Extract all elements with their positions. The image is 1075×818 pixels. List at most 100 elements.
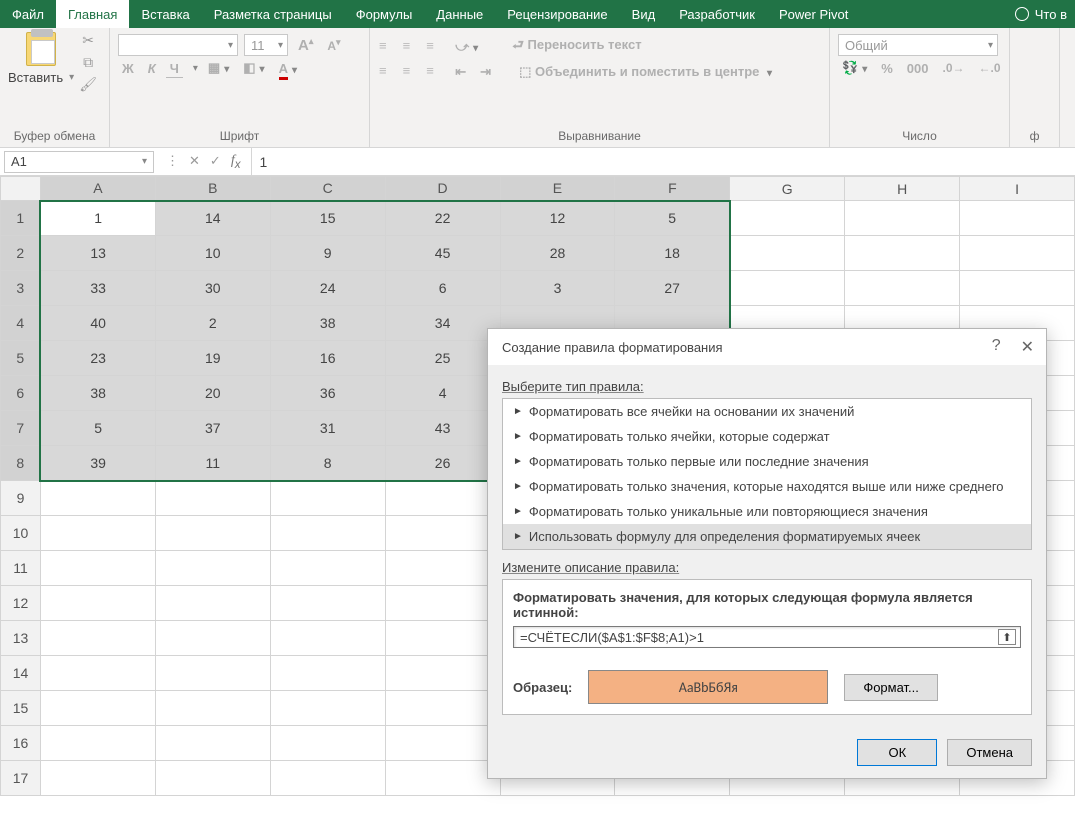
cell-D9[interactable] xyxy=(385,481,500,516)
cell-G1[interactable] xyxy=(730,201,845,236)
cancel-formula-icon[interactable]: ✕ xyxy=(189,153,200,169)
tab-view[interactable]: Вид xyxy=(620,0,668,28)
select-all-cell[interactable] xyxy=(1,177,41,201)
cell-C9[interactable] xyxy=(270,481,385,516)
formula-input[interactable]: 1 xyxy=(251,148,1075,175)
cell-C2[interactable]: 9 xyxy=(270,236,385,271)
cell-B7[interactable]: 37 xyxy=(155,411,270,446)
rule-all-cells[interactable]: ►Форматировать все ячейки на основании и… xyxy=(503,399,1031,424)
cell-D14[interactable] xyxy=(385,656,500,691)
col-header-H[interactable]: H xyxy=(845,177,960,201)
cell-D7[interactable]: 43 xyxy=(385,411,500,446)
percent-format-icon[interactable]: % xyxy=(877,59,897,78)
col-header-I[interactable]: I xyxy=(960,177,1075,201)
cell-C10[interactable] xyxy=(270,516,385,551)
paste-button[interactable]: Вставить ▾ xyxy=(8,32,74,85)
cell-C15[interactable] xyxy=(270,691,385,726)
cell-A7[interactable]: 5 xyxy=(40,411,155,446)
formula-dots-icon[interactable]: ⋮ xyxy=(166,153,179,169)
cell-E1[interactable]: 12 xyxy=(500,201,615,236)
cell-E3[interactable]: 3 xyxy=(500,271,615,306)
cell-I2[interactable] xyxy=(960,236,1075,271)
close-icon[interactable]: ✕ xyxy=(1021,337,1034,357)
cell-F3[interactable]: 27 xyxy=(615,271,730,306)
cell-B13[interactable] xyxy=(155,621,270,656)
italic-button[interactable]: К xyxy=(144,59,160,78)
accept-formula-icon[interactable]: ✓ xyxy=(210,153,221,169)
tab-formulas[interactable]: Формулы xyxy=(344,0,425,28)
rule-cells-contain[interactable]: ►Форматировать только ячейки, которые со… xyxy=(503,424,1031,449)
cell-A10[interactable] xyxy=(40,516,155,551)
cell-B1[interactable]: 14 xyxy=(155,201,270,236)
rule-top-bottom[interactable]: ►Форматировать только первые или последн… xyxy=(503,449,1031,474)
tab-home[interactable]: Главная xyxy=(56,0,129,28)
row-header-6[interactable]: 6 xyxy=(1,376,41,411)
cell-H1[interactable] xyxy=(845,201,960,236)
col-header-D[interactable]: D xyxy=(385,177,500,201)
cell-A15[interactable] xyxy=(40,691,155,726)
cell-B9[interactable] xyxy=(155,481,270,516)
col-header-C[interactable]: C xyxy=(270,177,385,201)
cell-D13[interactable] xyxy=(385,621,500,656)
tab-review[interactable]: Рецензирование xyxy=(495,0,619,28)
cell-A11[interactable] xyxy=(40,551,155,586)
align-top-icon[interactable]: ≡ xyxy=(379,38,397,56)
cell-B8[interactable]: 11 xyxy=(155,446,270,481)
cell-C13[interactable] xyxy=(270,621,385,656)
col-header-A[interactable]: A xyxy=(40,177,155,201)
align-left-icon[interactable]: ≡ xyxy=(379,63,397,81)
cell-C5[interactable]: 16 xyxy=(270,341,385,376)
cut-icon[interactable]: ✂ xyxy=(80,32,96,48)
tab-powerpivot[interactable]: Power Pivot xyxy=(767,0,860,28)
rule-use-formula[interactable]: ►Использовать формулу для определения фо… xyxy=(503,524,1031,549)
align-right-icon[interactable]: ≡ xyxy=(426,63,444,81)
cell-C8[interactable]: 8 xyxy=(270,446,385,481)
cell-D1[interactable]: 22 xyxy=(385,201,500,236)
align-bottom-icon[interactable]: ≡ xyxy=(426,38,444,56)
cell-C4[interactable]: 38 xyxy=(270,306,385,341)
cell-C3[interactable]: 24 xyxy=(270,271,385,306)
cell-G3[interactable] xyxy=(730,271,845,306)
cell-C17[interactable] xyxy=(270,761,385,796)
cell-D12[interactable] xyxy=(385,586,500,621)
row-header-12[interactable]: 12 xyxy=(1,586,41,621)
comma-format-icon[interactable]: 000 xyxy=(903,59,933,78)
cell-B6[interactable]: 20 xyxy=(155,376,270,411)
number-format-combo[interactable]: Общий▾ xyxy=(838,34,998,56)
cell-F1[interactable]: 5 xyxy=(615,201,730,236)
font-size-combo[interactable]: 11▾ xyxy=(244,34,288,56)
row-header-4[interactable]: 4 xyxy=(1,306,41,341)
cell-C14[interactable] xyxy=(270,656,385,691)
col-header-F[interactable]: F xyxy=(615,177,730,201)
cell-B15[interactable] xyxy=(155,691,270,726)
increase-font-icon[interactable]: A▴ xyxy=(294,34,317,56)
cell-H3[interactable] xyxy=(845,271,960,306)
tab-developer[interactable]: Разработчик xyxy=(667,0,767,28)
cell-B10[interactable] xyxy=(155,516,270,551)
cell-C1[interactable]: 15 xyxy=(270,201,385,236)
cell-A12[interactable] xyxy=(40,586,155,621)
rule-unique-duplicate[interactable]: ►Форматировать только уникальные или пов… xyxy=(503,499,1031,524)
cancel-button[interactable]: Отмена xyxy=(947,739,1032,766)
cell-B12[interactable] xyxy=(155,586,270,621)
cell-B16[interactable] xyxy=(155,726,270,761)
cell-C6[interactable]: 36 xyxy=(270,376,385,411)
tab-file[interactable]: Файл xyxy=(0,0,56,28)
rule-formula-input[interactable]: =СЧЁТЕСЛИ($A$1:$F$8;A1)>1 ⬆ xyxy=(513,626,1021,648)
cell-A6[interactable]: 38 xyxy=(40,376,155,411)
cell-D2[interactable]: 45 xyxy=(385,236,500,271)
cell-C11[interactable] xyxy=(270,551,385,586)
cell-D5[interactable]: 25 xyxy=(385,341,500,376)
name-box[interactable]: A1▾ xyxy=(4,151,154,173)
row-header-17[interactable]: 17 xyxy=(1,761,41,796)
format-painter-icon[interactable]: 🖌 xyxy=(80,76,96,92)
row-header-14[interactable]: 14 xyxy=(1,656,41,691)
decrease-font-icon[interactable]: A▾ xyxy=(323,35,344,55)
row-header-2[interactable]: 2 xyxy=(1,236,41,271)
cell-C12[interactable] xyxy=(270,586,385,621)
cell-D17[interactable] xyxy=(385,761,500,796)
font-name-combo[interactable]: ▾ xyxy=(118,34,238,56)
decrease-indent-icon[interactable]: ⇤ xyxy=(451,62,470,82)
cell-A17[interactable] xyxy=(40,761,155,796)
borders-button[interactable]: ▦▾ xyxy=(204,58,233,78)
